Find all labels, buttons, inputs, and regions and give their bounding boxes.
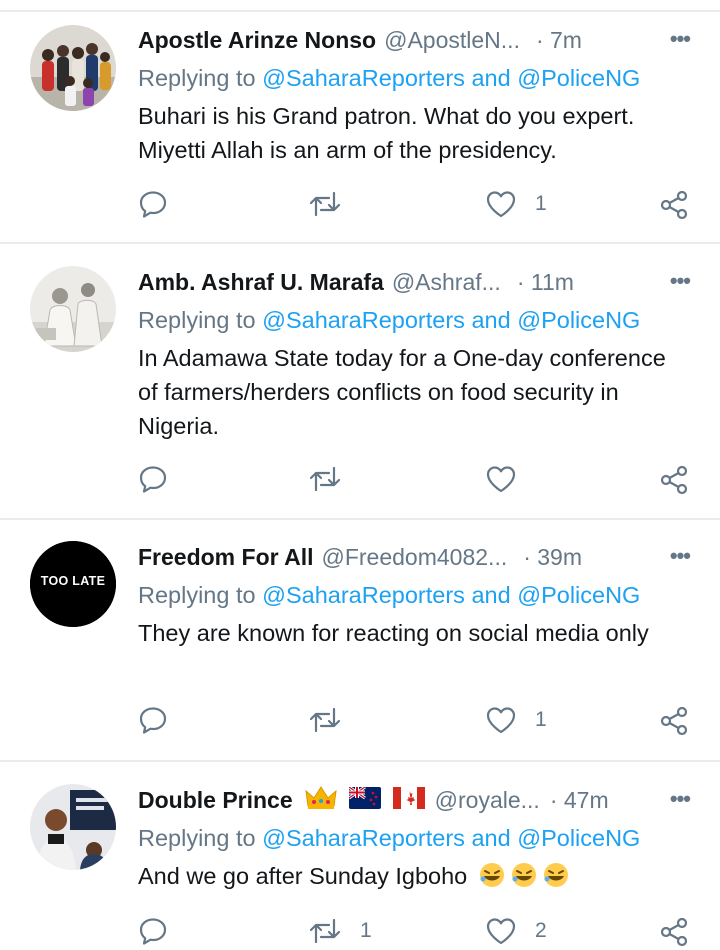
more-icon[interactable]: ••• — [670, 543, 691, 569]
retweet-icon — [309, 466, 341, 492]
tweet-actions: 1 2 — [138, 916, 698, 950]
retweet-button[interactable] — [308, 705, 360, 735]
user-handle[interactable]: @royale... — [435, 787, 540, 814]
avatar[interactable]: TOO LATE — [30, 541, 116, 627]
mention-link[interactable]: @SaharaReporters — [262, 825, 465, 851]
mention-link[interactable]: @SaharaReporters — [262, 582, 465, 608]
new-zealand-flag-icon — [347, 785, 381, 814]
user-handle[interactable]: @Ashraf... — [392, 269, 501, 296]
mention-link[interactable]: @PoliceNG — [517, 582, 640, 608]
replying-prefix: Replying to — [138, 825, 256, 851]
reply-button[interactable] — [138, 916, 168, 946]
share-button[interactable] — [658, 705, 690, 737]
replying-to: Replying to @SaharaReporters and @Police… — [138, 582, 640, 609]
retweet-icon — [309, 918, 341, 944]
avatar[interactable] — [30, 266, 116, 352]
user-handle[interactable]: @ApostleN... — [384, 27, 520, 54]
share-button[interactable] — [658, 464, 690, 496]
avatar-text: TOO LATE — [40, 574, 106, 588]
timestamp[interactable]: · 11m — [517, 269, 574, 296]
like-icon — [486, 707, 516, 734]
mention-link[interactable]: @PoliceNG — [517, 825, 640, 851]
mention-and[interactable]: and — [471, 65, 510, 91]
tweet-3[interactable]: TOO LATE Freedom For All @Freedom4082...… — [0, 520, 720, 762]
tweet-text-row: And we go after Sunday Igboho — [138, 859, 698, 893]
mention-and[interactable]: and — [471, 307, 510, 333]
tweet-actions: 1 — [138, 705, 698, 739]
mention-link[interactable]: @PoliceNG — [517, 307, 640, 333]
share-icon — [660, 917, 688, 947]
retweet-button[interactable] — [308, 189, 360, 219]
reply-button[interactable] — [138, 189, 168, 219]
tweet-text: In Adamawa State today for a One-day con… — [138, 345, 666, 439]
like-button[interactable]: 2 — [485, 916, 547, 946]
more-icon[interactable]: ••• — [670, 26, 691, 52]
tweet-text: They are known for reacting on social me… — [138, 620, 649, 646]
top-divider — [0, 0, 720, 12]
like-button[interactable] — [485, 464, 535, 494]
like-icon — [486, 466, 516, 493]
reply-icon — [139, 191, 167, 218]
tweet-actions: 1 — [138, 189, 698, 223]
mention-link[interactable]: @SaharaReporters — [262, 307, 465, 333]
mention-link[interactable]: @SaharaReporters — [262, 65, 465, 91]
reply-icon — [139, 466, 167, 493]
tweet-text: And we go after Sunday Igboho — [138, 863, 468, 889]
display-name[interactable]: Freedom For All — [138, 544, 314, 571]
display-name[interactable]: Apostle Arinze Nonso — [138, 27, 376, 54]
like-count: 1 — [535, 708, 547, 731]
reply-button[interactable] — [138, 705, 168, 735]
canada-flag-icon — [392, 786, 425, 814]
display-name[interactable]: Double Prince — [138, 787, 293, 814]
avatar[interactable] — [30, 25, 116, 111]
reply-icon — [139, 918, 167, 945]
crown-emoji-icon — [304, 785, 337, 816]
mention-link[interactable]: @PoliceNG — [517, 65, 640, 91]
share-button[interactable] — [658, 189, 690, 221]
share-icon — [660, 465, 688, 495]
replying-to: Replying to @SaharaReporters and @Police… — [138, 65, 640, 92]
retweet-button[interactable] — [308, 464, 360, 494]
more-icon[interactable]: ••• — [670, 268, 691, 294]
share-icon — [660, 706, 688, 736]
like-icon — [486, 191, 516, 218]
mention-and[interactable]: and — [471, 825, 510, 851]
reply-icon — [139, 707, 167, 734]
like-icon — [486, 918, 516, 945]
like-button[interactable]: 1 — [485, 189, 547, 219]
tweet-text: Buhari is his Grand patron. What do you … — [138, 103, 635, 163]
retweet-count: 1 — [360, 919, 372, 942]
display-name[interactable]: Amb. Ashraf U. Marafa — [138, 269, 384, 296]
retweet-button[interactable]: 1 — [308, 916, 372, 946]
retweet-icon — [309, 191, 341, 217]
like-button[interactable]: 1 — [485, 705, 547, 735]
replying-prefix: Replying to — [138, 582, 256, 608]
tweet-2[interactable]: Amb. Ashraf U. Marafa @Ashraf... · 11m •… — [0, 244, 720, 520]
timestamp[interactable]: · 47m — [550, 787, 609, 814]
replying-prefix: Replying to — [138, 307, 256, 333]
user-handle[interactable]: @Freedom4082... — [322, 544, 508, 571]
more-icon[interactable]: ••• — [670, 786, 691, 812]
retweet-icon — [309, 707, 341, 733]
timestamp[interactable]: · 7m — [536, 27, 582, 54]
replying-prefix: Replying to — [138, 65, 256, 91]
mention-and[interactable]: and — [471, 582, 510, 608]
reply-button[interactable] — [138, 464, 168, 494]
tweet-actions — [138, 464, 698, 498]
laughing-emoji-icon — [474, 863, 570, 889]
share-button[interactable] — [658, 916, 690, 948]
like-count: 2 — [535, 919, 547, 942]
avatar[interactable] — [30, 784, 116, 870]
tweet-1[interactable]: Apostle Arinze Nonso @ApostleN... · 7m •… — [0, 12, 720, 244]
tweet-4[interactable]: Double Prince @royale... · 47m ••• Reply… — [0, 762, 720, 947]
like-count: 1 — [535, 192, 547, 215]
share-icon — [660, 190, 688, 220]
replying-to: Replying to @SaharaReporters and @Police… — [138, 307, 640, 334]
timestamp[interactable]: · 39m — [523, 544, 582, 571]
replying-to: Replying to @SaharaReporters and @Police… — [138, 825, 640, 852]
